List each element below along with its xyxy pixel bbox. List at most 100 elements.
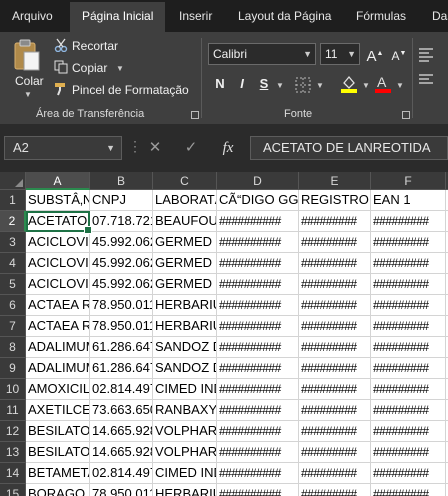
- cell-d1[interactable]: CÃ“DIGO GGR: [217, 190, 299, 211]
- cell-d10[interactable]: ##########: [217, 379, 299, 400]
- clipboard-launcher-icon[interactable]: [191, 111, 199, 119]
- name-box[interactable]: A2 ▼: [4, 136, 122, 160]
- paste-dropdown-icon[interactable]: ▼: [24, 90, 32, 99]
- cell-b7[interactable]: 78.950.011: [90, 316, 153, 337]
- cell-b14[interactable]: 02.814.497: [90, 463, 153, 484]
- font-color-icon[interactable]: A: [374, 74, 392, 97]
- cell-b1[interactable]: CNPJ: [90, 190, 153, 211]
- cell-f10[interactable]: #########: [371, 379, 446, 400]
- row-header-15[interactable]: 15: [0, 484, 26, 496]
- tab-inserir[interactable]: Inserir: [179, 0, 212, 32]
- cell-a4[interactable]: ACICLOVIR: [26, 253, 90, 274]
- cell-b5[interactable]: 45.992.062: [90, 274, 153, 295]
- cell-d8[interactable]: ##########: [217, 337, 299, 358]
- cell-d4[interactable]: ##########: [217, 253, 299, 274]
- cell-d7[interactable]: ##########: [217, 316, 299, 337]
- cell-f14[interactable]: #########: [371, 463, 446, 484]
- row-header-7[interactable]: 7: [0, 316, 26, 337]
- cell-c9[interactable]: SANDOZ D: [153, 358, 217, 379]
- cell-f13[interactable]: #########: [371, 442, 446, 463]
- cell-f8[interactable]: #########: [371, 337, 446, 358]
- cell-e11[interactable]: #########: [299, 400, 371, 421]
- fill-color-icon[interactable]: [340, 74, 358, 97]
- cell-f7[interactable]: #########: [371, 316, 446, 337]
- cell-e10[interactable]: #########: [299, 379, 371, 400]
- cell-c3[interactable]: GERMED F: [153, 232, 217, 253]
- cell-c8[interactable]: SANDOZ D: [153, 337, 217, 358]
- cell-c14[interactable]: CIMED IND: [153, 463, 217, 484]
- cell-b9[interactable]: 61.286.647: [90, 358, 153, 379]
- cell-a5[interactable]: ACICLOVIR: [26, 274, 90, 295]
- font-color-dropdown-icon[interactable]: ▼: [396, 81, 404, 90]
- borders-icon[interactable]: [295, 77, 311, 96]
- cell-c10[interactable]: CIMED IND: [153, 379, 217, 400]
- cell-a10[interactable]: AMOXICIL: [26, 379, 90, 400]
- cell-f12[interactable]: #########: [371, 421, 446, 442]
- cell-b15[interactable]: 78.950.011: [90, 484, 153, 496]
- cell-b3[interactable]: 45.992.062: [90, 232, 153, 253]
- cell-a7[interactable]: ACTAEA R: [26, 316, 90, 337]
- row-header-14[interactable]: 14: [0, 463, 26, 484]
- copy-icon[interactable]: [54, 60, 68, 77]
- row-header-8[interactable]: 8: [0, 337, 26, 358]
- cell-d2[interactable]: ##########: [217, 211, 299, 232]
- cell-d14[interactable]: ##########: [217, 463, 299, 484]
- row-header-12[interactable]: 12: [0, 421, 26, 442]
- column-header-e[interactable]: E: [299, 172, 371, 190]
- cell-b8[interactable]: 61.286.647: [90, 337, 153, 358]
- cell-c1[interactable]: LABORATÃ: [153, 190, 217, 211]
- row-header-3[interactable]: 3: [0, 232, 26, 253]
- cell-a9[interactable]: ADALIMUM: [26, 358, 90, 379]
- align-icon[interactable]: [418, 46, 434, 65]
- cell-e3[interactable]: #########: [299, 232, 371, 253]
- cell-e1[interactable]: REGISTRO: [299, 190, 371, 211]
- fill-color-dropdown-icon[interactable]: ▼: [362, 81, 370, 90]
- cell-b11[interactable]: 73.663.650: [90, 400, 153, 421]
- cell-d3[interactable]: ##########: [217, 232, 299, 253]
- row-header-5[interactable]: 5: [0, 274, 26, 295]
- row-header-9[interactable]: 9: [0, 358, 26, 379]
- cell-e5[interactable]: #########: [299, 274, 371, 295]
- cell-d13[interactable]: ##########: [217, 442, 299, 463]
- cell-a11[interactable]: AXETILCEF: [26, 400, 90, 421]
- more-options-icon[interactable]: ⋮: [128, 138, 142, 155]
- cell-b6[interactable]: 78.950.011: [90, 295, 153, 316]
- cell-e8[interactable]: #########: [299, 337, 371, 358]
- cell-c2[interactable]: BEAUFOUR: [153, 211, 217, 232]
- paste-icon[interactable]: [12, 38, 42, 75]
- cell-a15[interactable]: BORAGO C: [26, 484, 90, 496]
- cell-e15[interactable]: #########: [299, 484, 371, 496]
- cell-f2[interactable]: #########: [371, 211, 446, 232]
- cell-f5[interactable]: #########: [371, 274, 446, 295]
- cell-d5[interactable]: ##########: [217, 274, 299, 295]
- cut-button[interactable]: Recortar: [72, 39, 118, 53]
- cell-c7[interactable]: HERBARIU: [153, 316, 217, 337]
- cell-b4[interactable]: 45.992.062: [90, 253, 153, 274]
- column-header-f[interactable]: F: [371, 172, 446, 190]
- select-all-button[interactable]: [0, 172, 26, 190]
- cell-a6[interactable]: ACTAEA R: [26, 295, 90, 316]
- cell-a3[interactable]: ACICLOVIR: [26, 232, 90, 253]
- cell-d12[interactable]: ##########: [217, 421, 299, 442]
- grow-font-button[interactable]: A▲: [366, 43, 384, 65]
- row-header-10[interactable]: 10: [0, 379, 26, 400]
- cancel-icon[interactable]: ✕: [144, 136, 166, 160]
- tab-layout-da-pagina[interactable]: Layout da Página: [238, 0, 331, 32]
- column-header-a[interactable]: A: [26, 172, 90, 190]
- format-painter-button[interactable]: Pincel de Formatação: [72, 83, 189, 97]
- tab-arquivo[interactable]: Arquivo: [12, 0, 53, 32]
- enter-icon[interactable]: ✓: [180, 136, 202, 160]
- copy-dropdown-icon[interactable]: ▼: [116, 64, 124, 73]
- font-launcher-icon[interactable]: [402, 111, 410, 119]
- cell-a13[interactable]: BESILATO: [26, 442, 90, 463]
- cell-e6[interactable]: #########: [299, 295, 371, 316]
- cell-a12[interactable]: BESILATO: [26, 421, 90, 442]
- cell-b13[interactable]: 14.665.928: [90, 442, 153, 463]
- format-painter-icon[interactable]: [54, 82, 68, 99]
- cell-e7[interactable]: #########: [299, 316, 371, 337]
- column-header-d[interactable]: D: [217, 172, 299, 190]
- insert-function-button[interactable]: fx: [214, 136, 242, 160]
- cell-a1[interactable]: SUBSTÂ‚N: [26, 190, 90, 211]
- cell-e13[interactable]: #########: [299, 442, 371, 463]
- cell-f6[interactable]: #########: [371, 295, 446, 316]
